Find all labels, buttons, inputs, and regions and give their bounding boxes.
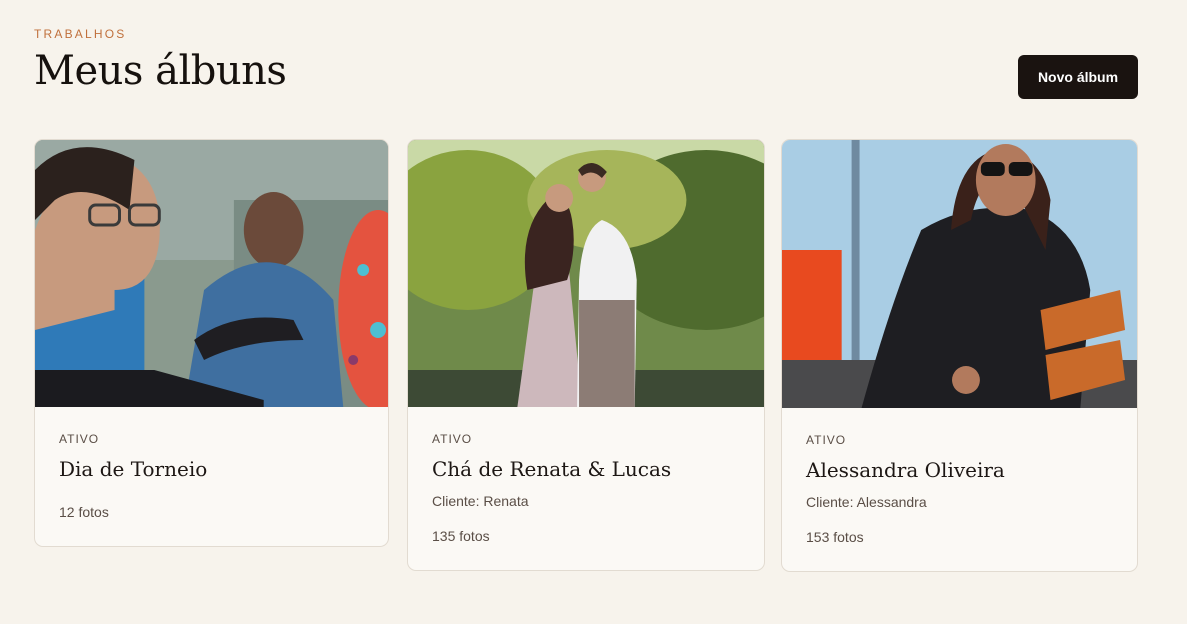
album-cover-image	[35, 140, 388, 407]
album-cover-image	[408, 140, 764, 407]
photo-count: 135 fotos	[432, 528, 490, 544]
status-badge: ATIVO	[806, 433, 847, 447]
album-title: Alessandra Oliveira	[806, 458, 1005, 482]
client-label: Cliente: Alessandra	[806, 494, 927, 510]
photo-count: 153 fotos	[806, 529, 864, 545]
client-label: Cliente: Renata	[432, 493, 529, 509]
status-badge: ATIVO	[432, 432, 473, 446]
photo-count: 12 fotos	[59, 504, 109, 520]
page-title: Meus álbuns	[34, 48, 287, 94]
new-album-button[interactable]: Novo álbum	[1018, 55, 1138, 99]
eyebrow-label: TRABALHOS	[34, 27, 127, 41]
status-badge: ATIVO	[59, 432, 100, 446]
album-card[interactable]: ATIVO Dia de Torneio 12 fotos	[34, 139, 389, 547]
album-title: Dia de Torneio	[59, 457, 208, 481]
album-title: Chá de Renata & Lucas	[432, 457, 672, 481]
album-cover-image	[782, 140, 1137, 408]
album-card[interactable]: ATIVO Chá de Renata & Lucas Cliente: Ren…	[407, 139, 765, 571]
album-card[interactable]: ATIVO Alessandra Oliveira Cliente: Aless…	[781, 139, 1138, 572]
